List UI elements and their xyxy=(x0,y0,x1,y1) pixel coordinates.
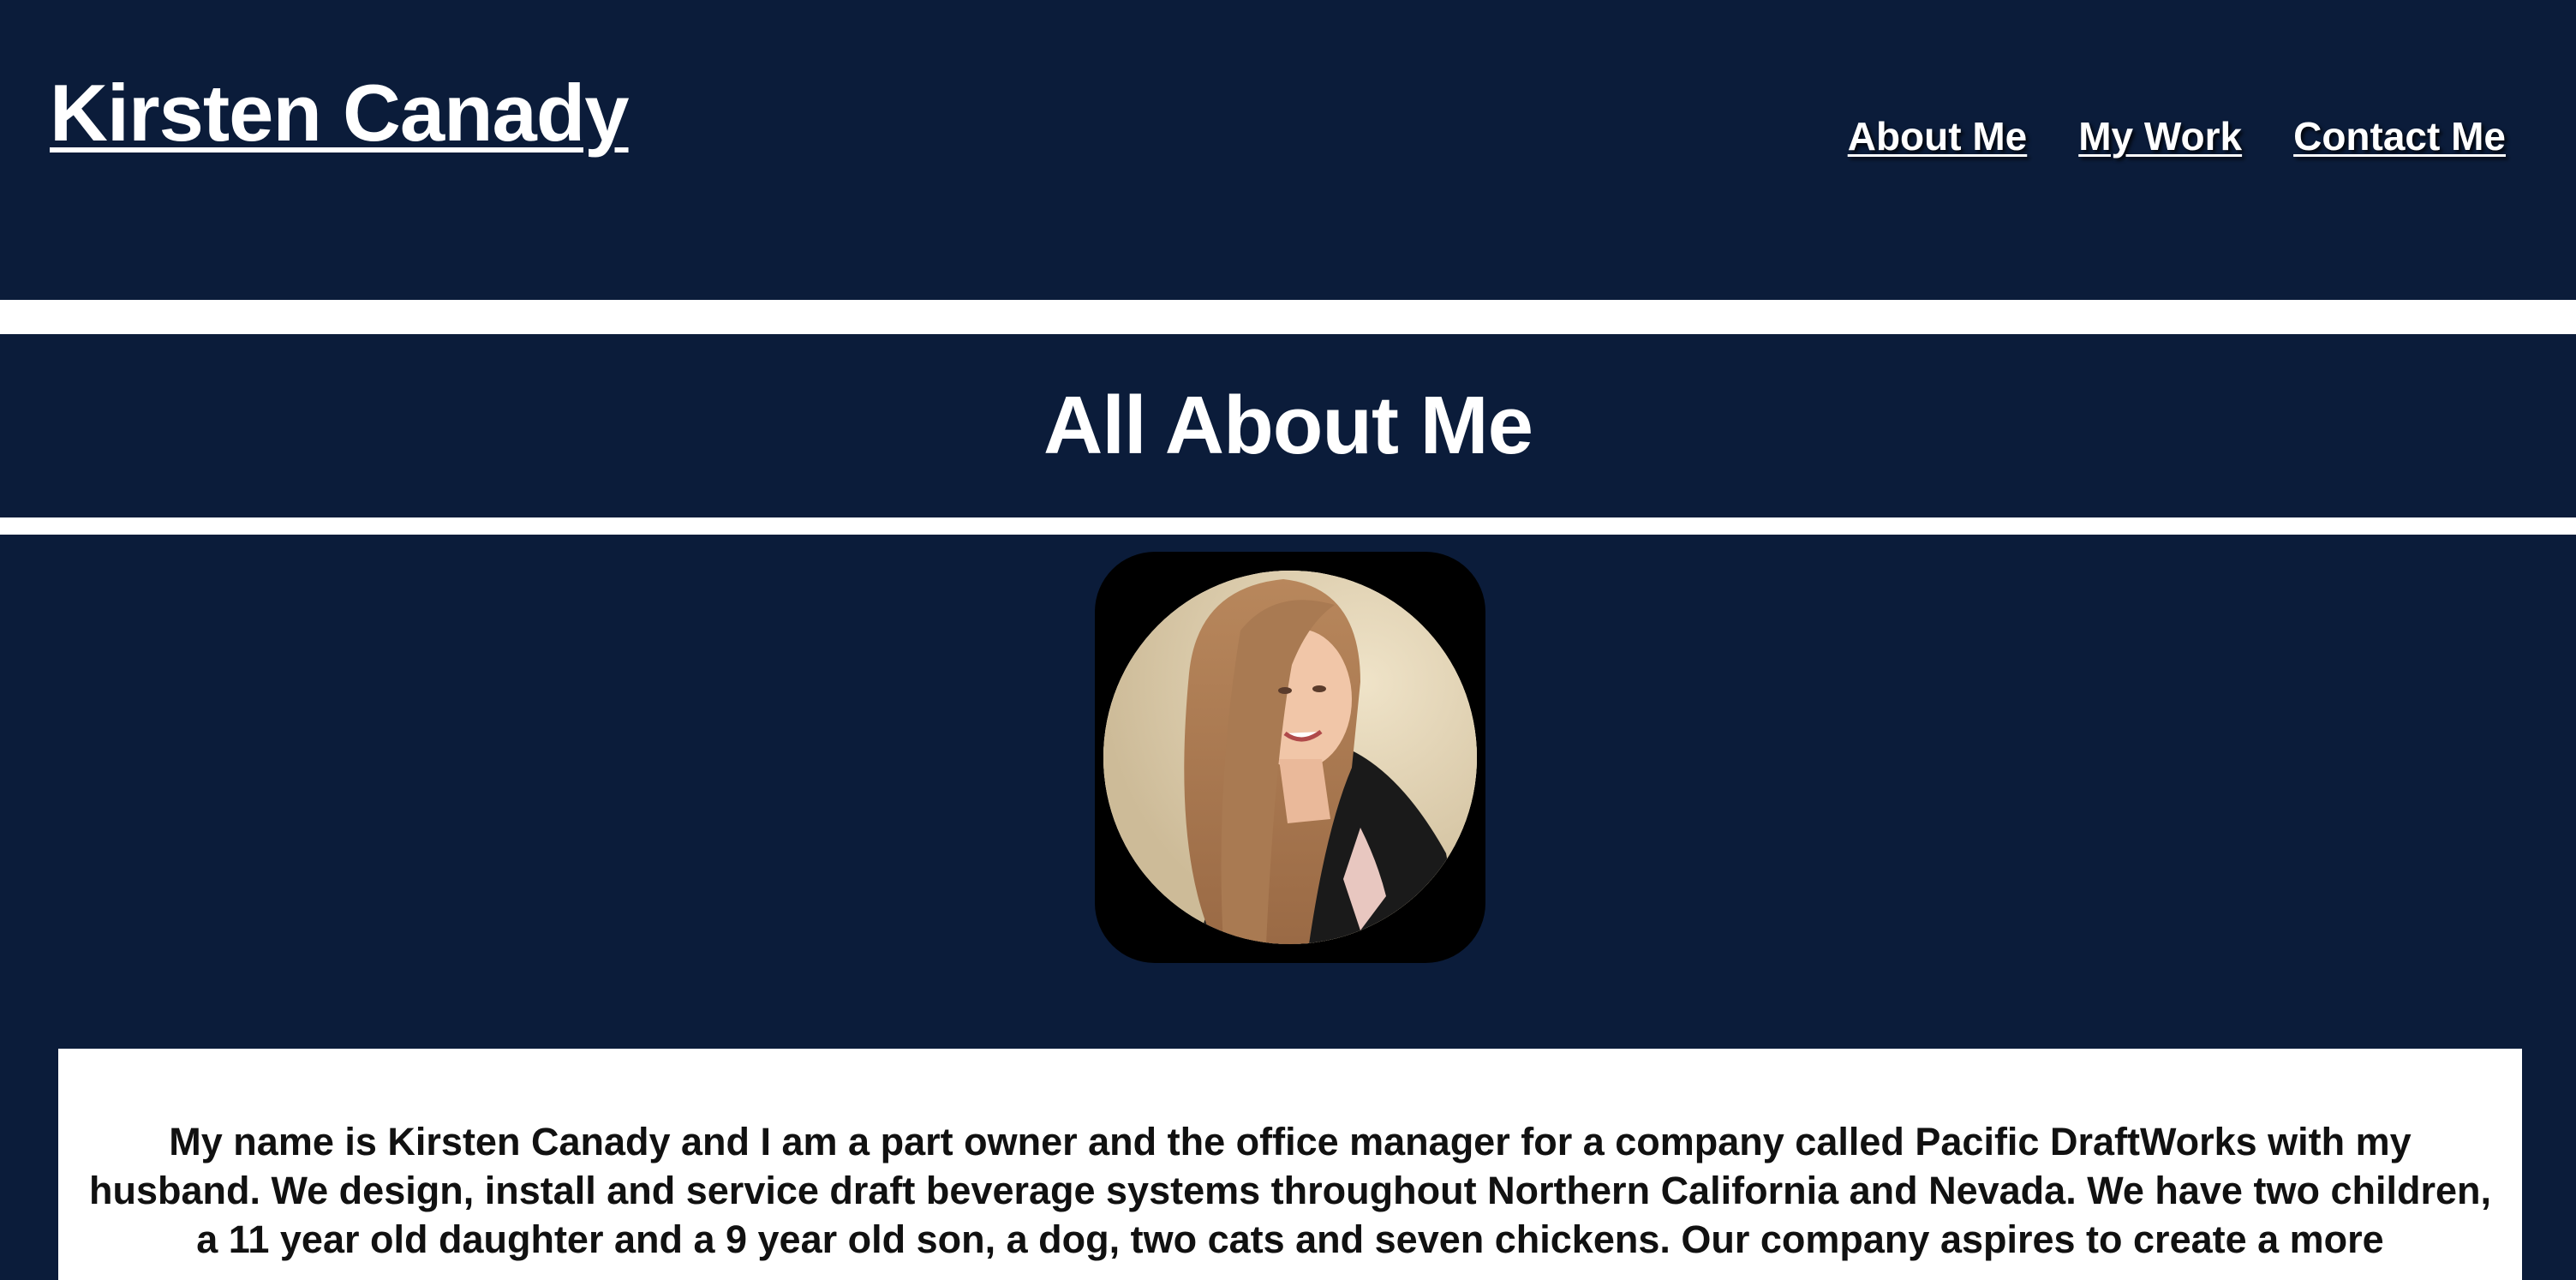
site-brand-link[interactable]: Kirsten Canady xyxy=(50,67,630,159)
about-paragraph: My name is Kirsten Canady and I am a par… xyxy=(89,1120,2491,1261)
divider-bottom xyxy=(0,517,2576,535)
portrait-frame xyxy=(1095,552,1485,963)
nav-link-contact-me[interactable]: Contact Me xyxy=(2293,113,2506,159)
profile-photo xyxy=(1103,571,1477,944)
page: Kirsten Canady About Me My Work Contact … xyxy=(0,0,2576,1280)
page-title: All About Me xyxy=(1043,380,1533,471)
section-title-band: All About Me xyxy=(0,334,2576,517)
nav-link-my-work[interactable]: My Work xyxy=(2078,113,2242,159)
site-header: Kirsten Canady About Me My Work Contact … xyxy=(0,0,2576,300)
about-card: My name is Kirsten Canady and I am a par… xyxy=(58,1049,2522,1280)
main-nav: About Me My Work Contact Me xyxy=(1848,113,2506,159)
divider-top xyxy=(0,300,2576,334)
nav-link-about-me[interactable]: About Me xyxy=(1848,113,2028,159)
profile-photo-icon xyxy=(1103,571,1477,944)
